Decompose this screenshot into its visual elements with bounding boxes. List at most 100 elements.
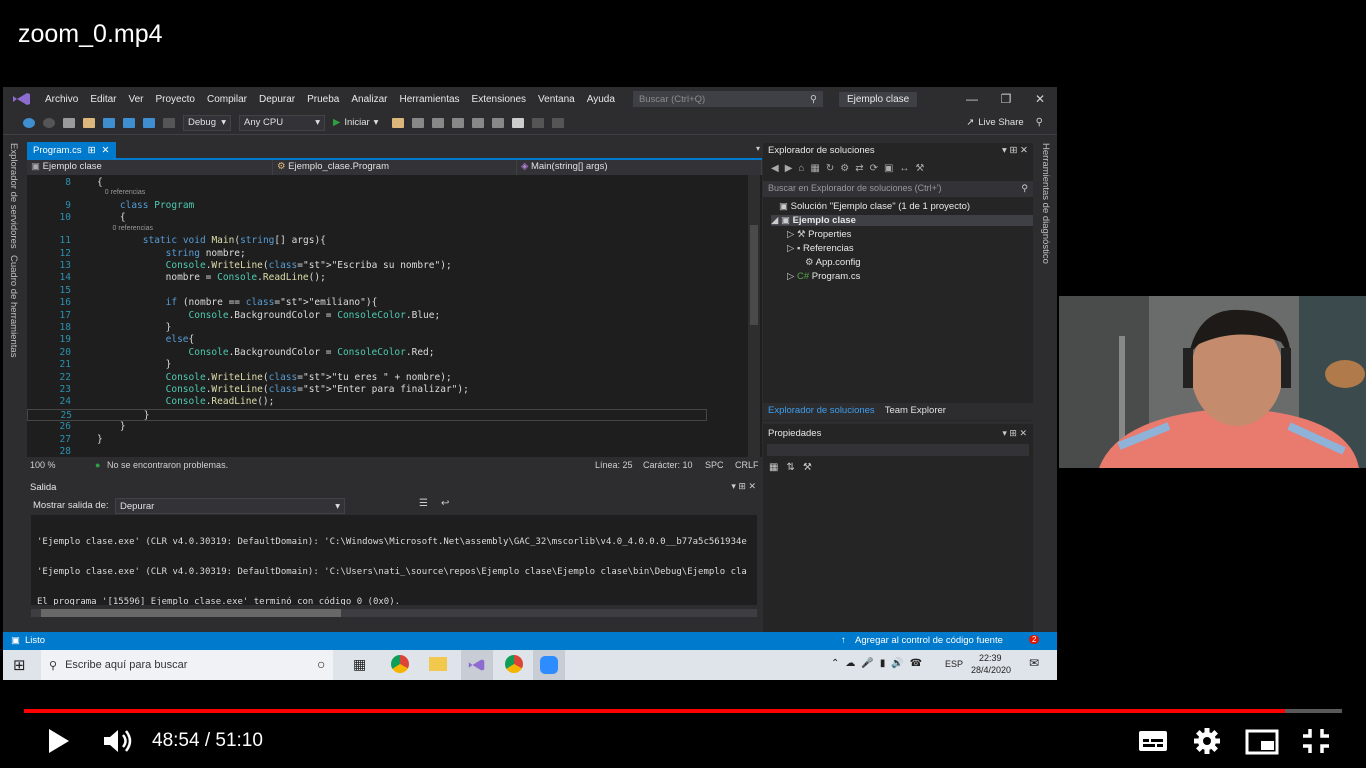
clock-date[interactable]: 28/4/2020	[971, 665, 1011, 675]
bookmark-prev-icon[interactable]	[532, 117, 545, 128]
tab-team-explorer[interactable]: Team Explorer	[880, 403, 951, 420]
windows-start-icon[interactable]: ⊞	[13, 656, 26, 674]
video-player[interactable]: zoom_0.mp4 Archivo Editar Ver Proyecto C…	[0, 0, 1366, 768]
play-button[interactable]	[44, 727, 72, 755]
comment-icon[interactable]	[472, 117, 485, 128]
nav-member-select[interactable]: ◈ Main(string[] args)	[517, 160, 762, 175]
close-icon[interactable]: ✕	[1023, 92, 1057, 106]
volume-button[interactable]	[102, 727, 136, 755]
indent-icon[interactable]	[452, 117, 465, 128]
settings-gear-icon[interactable]	[1193, 727, 1221, 755]
tree-project[interactable]: ◢ ▣ Ejemplo clase	[771, 215, 1033, 226]
nav-project-select[interactable]: ▣ Ejemplo clase	[27, 160, 273, 175]
menu-analizar[interactable]: Analizar	[345, 94, 393, 105]
back-icon[interactable]	[23, 117, 35, 128]
clear-output-icon[interactable]: ☰	[419, 498, 428, 509]
menu-proyecto[interactable]: Proyecto	[150, 94, 201, 105]
forward-icon[interactable]	[43, 117, 55, 128]
code-editor[interactable]: 8{ 0 referencias 9 class Program 10 { 0 re…	[27, 175, 762, 457]
chrome-profile-icon[interactable]	[505, 655, 523, 673]
zoom-level[interactable]: 100 %	[30, 460, 56, 470]
save-icon[interactable]	[103, 117, 115, 128]
platform-select[interactable]: Any CPU ▾	[239, 114, 325, 131]
diagnostic-tools-tab[interactable]: Herramientas de diagnóstico	[1040, 143, 1051, 264]
miniplayer-icon[interactable]	[1245, 729, 1279, 755]
properties-object-select[interactable]	[767, 444, 1029, 456]
chrome-icon[interactable]	[391, 655, 409, 673]
source-control-button[interactable]: Agregar al control de código fuente	[855, 635, 1003, 646]
solution-toolbar-icons[interactable]: ◀▶⌂▦↻⚙⇄⟳▣↔⚒	[771, 163, 930, 174]
output-text[interactable]: 'Ejemplo clase.exe' (CLR v4.0.30319: Def…	[31, 515, 757, 605]
zoom-taskbar-item[interactable]	[533, 650, 565, 680]
tab-solution-explorer[interactable]: Explorador de soluciones	[763, 403, 880, 420]
uncomment-icon[interactable]	[492, 117, 505, 128]
config-select[interactable]: Debug ▾	[183, 114, 231, 131]
bookmark-icon[interactable]	[512, 117, 525, 128]
clock-time[interactable]: 22:39	[979, 653, 1002, 663]
tree-solution[interactable]: ▣ Solución "Ejemplo clase" (1 de 1 proye…	[779, 201, 970, 212]
toolbox-tab[interactable]: Cuadro de herramientas	[8, 255, 19, 357]
exit-fullscreen-icon[interactable]	[1302, 728, 1330, 754]
vs-search-input[interactable]: Buscar (Ctrl+Q) ⚲	[632, 91, 823, 107]
tab-close-icon[interactable]: ✕	[102, 145, 110, 156]
editor-tabs: Program.cs ⊞ ✕ ▾	[27, 142, 762, 158]
menu-editar[interactable]: Editar	[84, 94, 122, 105]
panel-controls-icon[interactable]: ▾ ⊞ ✕	[1002, 145, 1028, 156]
menu-compilar[interactable]: Compilar	[201, 94, 253, 105]
tree-program-cs[interactable]: ▷ C# Program.cs	[787, 271, 860, 282]
tab-overflow-icon[interactable]: ▾	[756, 144, 760, 153]
menu-herramientas[interactable]: Herramientas	[394, 94, 466, 105]
file-explorer-icon[interactable]	[429, 657, 447, 671]
properties-toolbar-icons[interactable]: ▦⇅⚒	[769, 462, 820, 473]
menu-prueba[interactable]: Prueba	[301, 94, 345, 105]
notifications-icon[interactable]: ✉	[1029, 656, 1039, 670]
panel-controls-icon[interactable]: ▾ ⊞ ✕	[1002, 428, 1027, 439]
menu-archivo[interactable]: Archivo	[39, 94, 84, 105]
progress-bar[interactable]	[24, 709, 1342, 713]
undo-icon[interactable]	[143, 117, 155, 128]
save-all-icon[interactable]	[123, 117, 135, 128]
menu-ayuda[interactable]: Ayuda	[581, 94, 621, 105]
output-source-select[interactable]: Depurar ▾	[115, 498, 345, 514]
server-explorer-tab[interactable]: Explorador de servidores	[8, 143, 19, 249]
tree-references[interactable]: ▷ ▪ Referencias	[787, 243, 854, 254]
run-button[interactable]: ▶ Iniciar ▾	[333, 117, 378, 128]
system-tray-icons[interactable]: ⌃☁🎤▮🔊☎	[831, 658, 928, 669]
menu-ventana[interactable]: Ventana	[532, 94, 581, 105]
tab-program-cs[interactable]: Program.cs ⊞ ✕	[27, 142, 116, 158]
subtitles-button[interactable]	[1138, 729, 1168, 753]
code-text: Console.WriteLine(class="st">"tu eres " …	[165, 371, 452, 383]
taskbar-search-box[interactable]: ⚲ Escribe aquí para buscar	[41, 650, 333, 680]
format-icon[interactable]	[432, 117, 445, 128]
cortana-icon[interactable]: ○	[317, 656, 325, 672]
language-indicator[interactable]: ESP	[945, 659, 963, 669]
vertical-scrollbar[interactable]	[748, 175, 760, 457]
new-item-icon[interactable]	[63, 117, 75, 128]
menu-extensiones[interactable]: Extensiones	[466, 94, 532, 105]
word-wrap-icon[interactable]: ↩	[441, 498, 449, 509]
problems-status[interactable]: No se encontraron problemas.	[107, 460, 228, 470]
bookmark-next-icon[interactable]	[552, 117, 565, 128]
tree-app-config[interactable]: ⚙ App.config	[805, 257, 861, 268]
feedback-icon[interactable]: ⚲	[1036, 117, 1043, 128]
restore-icon[interactable]: ❐	[989, 92, 1023, 106]
horizontal-scrollbar[interactable]	[31, 609, 757, 617]
progress-played	[24, 709, 1286, 713]
panel-controls-icon[interactable]: ▾ ⊞ ✕	[731, 481, 756, 492]
notification-badge[interactable]: 2	[1029, 635, 1040, 644]
live-share-button[interactable]: ↗ Live Share	[966, 117, 1023, 128]
visual-studio-taskbar-item[interactable]	[461, 650, 493, 680]
open-folder-icon[interactable]	[83, 117, 95, 128]
pin-icon[interactable]: ⊞	[88, 145, 96, 156]
screenshot-icon[interactable]	[412, 117, 425, 128]
solution-search-input[interactable]: Buscar en Explorador de soluciones (Ctrl…	[763, 181, 1033, 197]
redo-icon[interactable]	[163, 117, 175, 128]
menu-depurar[interactable]: Depurar	[253, 94, 301, 105]
task-view-icon[interactable]: ▦	[353, 656, 366, 673]
minimize-icon[interactable]: —	[955, 92, 989, 106]
tree-properties[interactable]: ▷ ⚒ Properties	[787, 229, 851, 240]
browse-icon[interactable]	[392, 117, 405, 128]
menu-ver[interactable]: Ver	[122, 94, 149, 105]
nav-class-select[interactable]: ⚙ Ejemplo_clase.Program	[273, 160, 517, 175]
time-display: 48:54 / 51:10	[152, 730, 263, 752]
